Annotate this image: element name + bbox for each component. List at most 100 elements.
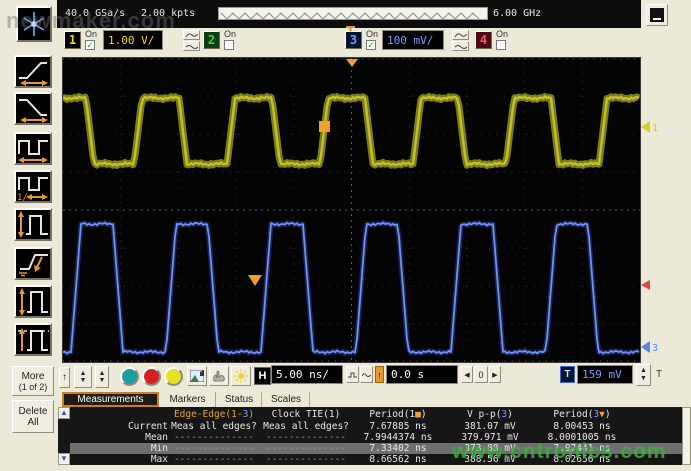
frequency-icon: 1/ xyxy=(16,172,50,201)
timebase-field[interactable]: 5.00 ns/ xyxy=(271,365,343,384)
channel-3-on-checkbox[interactable]: ✓ xyxy=(366,40,376,50)
fine-adjust-stepper[interactable]: ▲▼ xyxy=(95,366,109,388)
dc-wave-icon xyxy=(185,43,198,50)
delay-right-button[interactable]: ▶ xyxy=(489,366,501,383)
tab-status[interactable]: Status xyxy=(217,392,262,407)
channel-3-ground-marker[interactable]: 3 xyxy=(641,340,663,354)
cursor-color-yellow-button[interactable] xyxy=(164,367,183,386)
trigger-position-field[interactable]: 0.0 s xyxy=(386,365,458,384)
trigger-level-stepper[interactable]: ▲▼ xyxy=(636,364,651,386)
measurement-cell: 8.00453 ns xyxy=(536,421,628,432)
trigger-position-tick[interactable] xyxy=(346,20,355,27)
tab-scales[interactable]: Scales xyxy=(263,392,310,407)
table-scroll-up-button[interactable]: ▲ xyxy=(58,407,70,419)
period-button[interactable] xyxy=(14,132,52,165)
delete-all-button[interactable]: Delete All xyxy=(12,400,54,433)
channel-2-button[interactable]: 2 xyxy=(203,31,220,49)
v-average-icon xyxy=(16,249,50,278)
horizontal-zoom-button[interactable] xyxy=(346,366,359,383)
cursor-color-red-button[interactable] xyxy=(142,367,161,386)
channel-4-on-label: On xyxy=(496,29,508,39)
channel-3-marker-label: 3 xyxy=(652,343,658,354)
hand-icon xyxy=(212,370,226,382)
coarse-adjust-stepper[interactable]: ▲▼ xyxy=(74,366,92,388)
tab-measurements[interactable]: Measurements xyxy=(62,392,159,407)
watermark-top-left: newmaker.com xyxy=(6,8,176,34)
table-right-scrollbar[interactable] xyxy=(682,407,691,465)
measurement-cell: -------------- xyxy=(168,432,260,443)
watermark-bottom-right: www.cntronics.com xyxy=(452,440,667,464)
measurement-row-label: Min xyxy=(70,443,168,454)
sun-icon xyxy=(234,369,248,383)
v-max-icon xyxy=(16,287,50,316)
screenshot-button[interactable] xyxy=(187,366,207,386)
marker-arrow-button[interactable]: ↑ xyxy=(59,367,70,388)
trigger-menu-button[interactable]: T xyxy=(560,366,575,383)
measurement-cell: -------------- xyxy=(260,432,352,443)
cursor-color-teal-button[interactable] xyxy=(120,367,139,386)
v-top-button[interactable] xyxy=(14,323,52,356)
channel-3-coupling-ac-button[interactable] xyxy=(452,30,469,40)
display-intensity-button[interactable] xyxy=(231,366,251,386)
horizontal-menu-button[interactable]: H xyxy=(254,367,271,385)
marker-triangle-icon xyxy=(248,275,262,286)
picture-icon xyxy=(190,370,204,382)
fall-time-icon xyxy=(16,94,50,123)
acquisition-preview-bar[interactable] xyxy=(218,7,488,20)
channel-3-coupling-dc-button[interactable] xyxy=(452,41,469,51)
measurements-header-row: Edge-Edge(1-3)Clock TIE(1)Period(1■)V p-… xyxy=(70,409,682,420)
channel-3-scale-field[interactable]: 100 mV/ xyxy=(382,30,444,50)
measurement-column-header: Period(1■) xyxy=(352,409,444,420)
fall-time-button[interactable] xyxy=(14,92,52,125)
amplitude-icon xyxy=(16,210,50,239)
tab-markers[interactable]: Markers xyxy=(160,392,216,407)
v-top-icon xyxy=(16,325,50,354)
channel-4-on-checkbox[interactable] xyxy=(496,40,506,50)
rise-time-button[interactable] xyxy=(14,55,52,88)
measurement-row-label: Max xyxy=(70,454,168,465)
ac-wave-icon xyxy=(185,32,198,39)
horizontal-wave-button[interactable] xyxy=(360,366,373,383)
touch-button[interactable] xyxy=(209,366,229,386)
waveform-display[interactable] xyxy=(62,57,641,363)
v-max-button[interactable] xyxy=(14,285,52,318)
channel-1-coupling-dc-button[interactable] xyxy=(183,41,200,51)
measurement-cell: -------------- xyxy=(260,454,352,465)
measurement-column-header: Edge-Edge(1-3) xyxy=(168,409,260,420)
oscilloscope-app: 1/ More xyxy=(0,0,691,471)
measurement-column-header: Clock TIE(1) xyxy=(260,409,352,420)
v-average-button[interactable] xyxy=(14,247,52,280)
trigger-time-ref-icon[interactable]: ↑ xyxy=(375,366,384,383)
frequency-button[interactable]: 1/ xyxy=(14,170,52,203)
channel-1-coupling-ac-button[interactable] xyxy=(183,30,200,40)
measurement-column-header: Period(3▼) xyxy=(536,409,628,420)
measurement-cell: Meas all edges? xyxy=(260,421,352,432)
minimize-icon xyxy=(653,18,661,20)
trigger-right-label: T xyxy=(656,369,662,380)
delay-zero-button[interactable]: 0 xyxy=(474,366,488,383)
waveform-plot xyxy=(63,58,640,362)
measurement-cell: 7.33402 ns xyxy=(352,443,444,454)
trigger-level-marker[interactable] xyxy=(641,278,653,290)
more-button[interactable]: More (1 of 2) xyxy=(12,366,54,396)
period-icon xyxy=(16,134,50,163)
measurement-row[interactable]: CurrentMeas all edges?Meas all edges?7.6… xyxy=(70,421,682,432)
table-scroll-down-button[interactable]: ▼ xyxy=(58,453,70,465)
measurement-cell: 8.66562 ns xyxy=(352,454,444,465)
measurement-cell: -------------- xyxy=(260,443,352,454)
channel-2-on-checkbox[interactable] xyxy=(224,40,234,50)
measurement-column-header: V p-p(3) xyxy=(444,409,536,420)
channel-1-marker-label: 1 xyxy=(652,123,658,134)
channel-1-ground-marker[interactable]: 1 xyxy=(641,120,663,134)
marker-square-icon xyxy=(319,121,330,132)
delay-left-button[interactable]: ◀ xyxy=(461,366,473,383)
channel-3-button[interactable]: 3 xyxy=(345,31,362,49)
channel-2-on-label: On xyxy=(224,29,236,39)
channel-1-on-checkbox[interactable]: ✓ xyxy=(85,40,95,50)
measurement-cell: -------------- xyxy=(168,443,260,454)
amplitude-button[interactable] xyxy=(14,208,52,241)
trigger-level-field[interactable]: 159 mV xyxy=(577,365,633,384)
dc-wave-icon xyxy=(454,43,467,50)
minimize-button[interactable] xyxy=(646,4,668,26)
channel-4-button[interactable]: 4 xyxy=(475,31,492,49)
